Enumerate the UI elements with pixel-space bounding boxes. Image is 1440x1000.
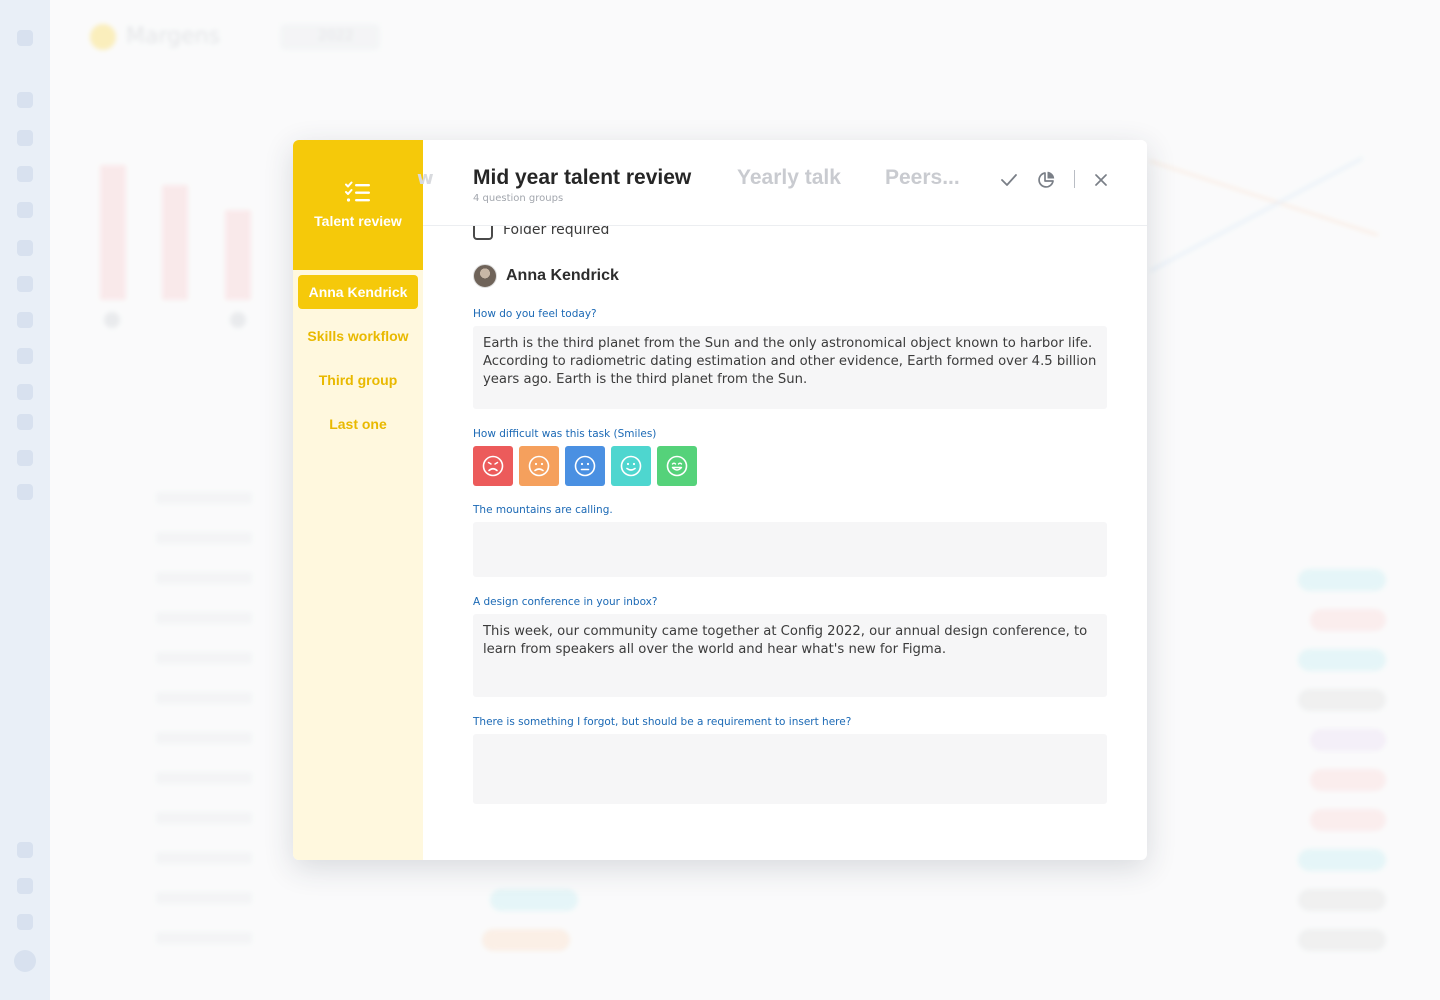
angry-face-icon xyxy=(482,455,504,477)
folder-required-checkbox[interactable] xyxy=(473,226,493,240)
close-button[interactable] xyxy=(1089,168,1113,192)
smile-rating xyxy=(473,446,697,486)
sidebar-item-last-one[interactable]: Last one xyxy=(298,407,418,441)
answer-field[interactable] xyxy=(473,734,1107,804)
question-label: How do you feel today? xyxy=(473,308,597,320)
tab-peers[interactable]: Peers... xyxy=(885,166,960,190)
rating-very-easy[interactable] xyxy=(657,446,697,486)
answer-field[interactable]: This week, our community came together a… xyxy=(473,614,1107,697)
neutral-face-icon xyxy=(574,455,596,477)
rating-easy[interactable] xyxy=(611,446,651,486)
statistics-button[interactable] xyxy=(1034,168,1058,192)
sidebar-item-anna-kendrick[interactable]: Anna Kendrick xyxy=(298,275,418,309)
check-icon xyxy=(1001,174,1017,186)
smile-face-icon xyxy=(620,455,642,477)
happy-face-icon xyxy=(666,455,688,477)
talent-review-modal: Talent review Anna Kendrick Skills workf… xyxy=(293,140,1147,860)
rating-neutral[interactable] xyxy=(565,446,605,486)
tab-mid-year-talent-review[interactable]: Mid year talent review xyxy=(473,166,691,190)
close-icon xyxy=(1095,174,1107,186)
folder-required-label: Folder required xyxy=(503,226,610,238)
rating-difficult[interactable] xyxy=(519,446,559,486)
pie-chart-icon xyxy=(1038,171,1055,188)
question-label: How difficult was this task (Smiles) xyxy=(473,428,657,440)
person-name: Anna Kendrick xyxy=(506,267,619,284)
answer-field[interactable]: Earth is the third planet from the Sun a… xyxy=(473,326,1107,409)
sidebar-item-third-group[interactable]: Third group xyxy=(298,363,418,397)
question-group-count: 4 question groups xyxy=(473,193,564,204)
checklist-icon xyxy=(345,181,370,202)
question-label: There is something I forgot, but should … xyxy=(473,716,852,728)
rating-very-difficult[interactable] xyxy=(473,446,513,486)
answer-field[interactable] xyxy=(473,522,1107,577)
modal-content: Folder required Anna Kendrick How do you… xyxy=(423,226,1147,860)
sidebar-header: Talent review xyxy=(293,140,423,270)
modal-header: w Mid year talent review 4 question grou… xyxy=(417,140,1147,226)
folder-required-row[interactable]: Folder required xyxy=(473,226,609,240)
sad-face-icon xyxy=(528,455,550,477)
sidebar-item-skills-workflow[interactable]: Skills workflow xyxy=(298,319,418,353)
avatar xyxy=(473,264,497,288)
question-label: The mountains are calling. xyxy=(473,504,613,516)
person-header: Anna Kendrick xyxy=(473,264,619,288)
header-divider xyxy=(1074,170,1075,188)
modal-sidebar: Talent review Anna Kendrick Skills workf… xyxy=(293,140,423,860)
confirm-button[interactable] xyxy=(997,168,1021,192)
question-label: A design conference in your inbox? xyxy=(473,596,658,608)
tab-yearly-talk[interactable]: Yearly talk xyxy=(737,166,841,190)
tab-previous-fragment[interactable]: w xyxy=(417,168,434,189)
sidebar-header-label: Talent review xyxy=(314,213,402,229)
